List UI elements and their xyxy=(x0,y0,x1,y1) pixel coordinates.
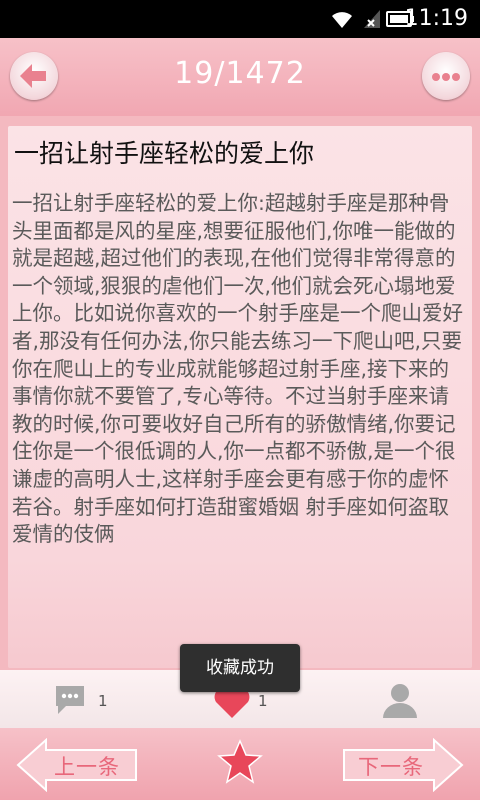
profile-button[interactable] xyxy=(380,680,420,720)
prev-button[interactable]: 上一条 xyxy=(16,738,140,792)
toast-message: 收藏成功 xyxy=(180,644,300,692)
comment-icon xyxy=(56,686,84,714)
clock: 11:19 xyxy=(404,6,468,31)
article-body: 一招让射手座轻松的爱上你:超越射手座是那种骨头里面都是风的星座,想要征服他们,你… xyxy=(12,191,463,547)
more-dots-icon xyxy=(432,73,460,81)
comment-button[interactable]: 1 xyxy=(52,680,122,720)
page-indicator: 19/1472 xyxy=(174,56,306,91)
favorite-button[interactable] xyxy=(216,738,264,786)
more-button[interactable] xyxy=(422,52,470,100)
article-panel[interactable]: 一招让射手座轻松的爱上你 一招让射手座轻松的爱上你:超越射手座是那种骨头里面都是… xyxy=(8,126,472,668)
no-signal-icon xyxy=(364,10,380,28)
prev-label: 上一条 xyxy=(54,755,120,779)
star-icon xyxy=(217,739,263,784)
comment-count: 1 xyxy=(98,692,108,710)
next-label: 下一条 xyxy=(358,755,424,779)
article-title: 一招让射手座轻松的爱上你 xyxy=(14,139,315,168)
like-count: 1 xyxy=(258,692,268,710)
wifi-icon xyxy=(332,12,352,28)
next-button[interactable]: 下一条 xyxy=(340,738,464,792)
status-bar: 11:19 xyxy=(0,0,480,38)
header-bar: 19/1472 xyxy=(0,38,480,116)
bottom-nav-bar: 上一条 下一条 xyxy=(0,728,480,800)
user-icon xyxy=(383,684,417,718)
